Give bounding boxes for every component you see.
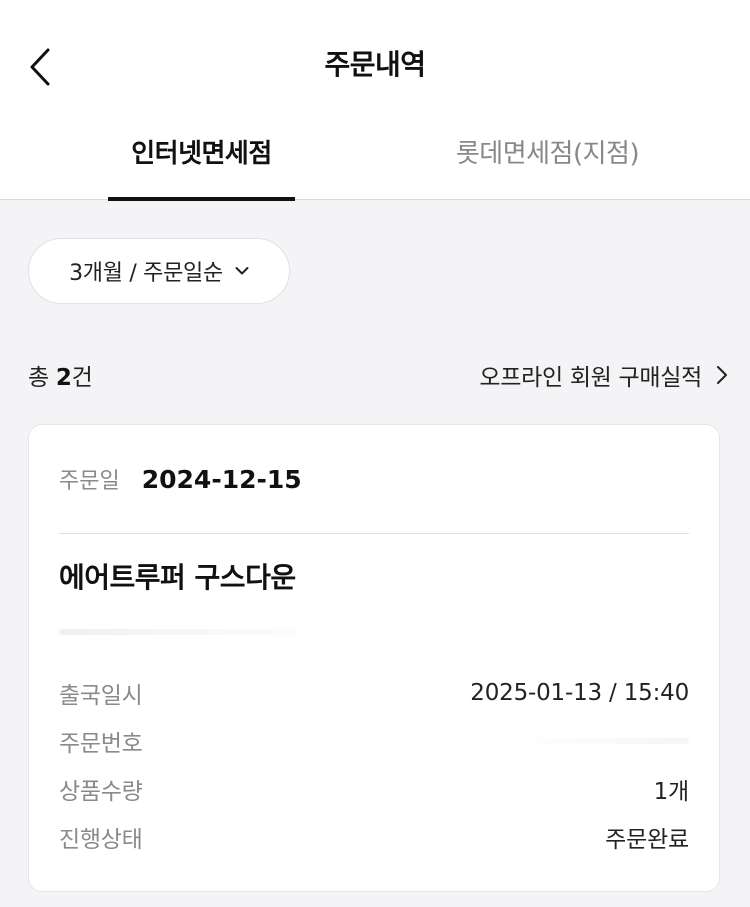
- redacted-text: [59, 629, 299, 635]
- detail-value-redacted: [509, 738, 689, 744]
- tab-internet-duty-free[interactable]: 인터넷면세점: [108, 120, 295, 201]
- detail-value: 1개: [653, 779, 690, 805]
- order-date-value: 2024-12-15: [141, 465, 302, 494]
- detail-label: 출국일시: [59, 683, 143, 709]
- count-prefix: 총: [28, 365, 56, 391]
- order-count: 총 2건: [28, 358, 93, 392]
- offline-purchase-link[interactable]: 오프라인 회원 구매실적: [479, 358, 728, 392]
- detail-label: 진행상태: [59, 827, 143, 853]
- order-date-row: 주문일 2024-12-15: [59, 463, 302, 495]
- detail-row-quantity: 상품수량 1개: [59, 765, 689, 813]
- detail-row-departure: 출국일시 2025-01-13 / 15:40: [59, 669, 689, 717]
- card-divider: [59, 533, 689, 534]
- detail-row-status: 진행상태 주문완료: [59, 813, 689, 861]
- detail-value: 2025-01-13 / 15:40: [470, 680, 689, 706]
- offline-link-label: 오프라인 회원 구매실적: [479, 365, 702, 391]
- chevron-down-icon: [235, 267, 249, 275]
- period-sort-filter[interactable]: 3개월 / 주문일순: [28, 238, 290, 304]
- top-header: 주문내역 인터넷면세점 롯데면세점(지점): [0, 0, 750, 201]
- tab-bar: 인터넷면세점 롯데면세점(지점): [0, 120, 750, 201]
- count-value: 2: [55, 365, 72, 391]
- chevron-right-icon: [717, 366, 727, 384]
- count-suffix: 건: [71, 365, 93, 391]
- order-date-label: 주문일: [59, 469, 120, 494]
- product-name: 에어트루퍼 구스다운: [59, 561, 296, 594]
- page-title: 주문내역: [324, 48, 426, 81]
- filter-label: 3개월 / 주문일순: [69, 261, 223, 286]
- detail-label: 주문번호: [59, 731, 143, 757]
- detail-row-order-number: 주문번호: [59, 717, 689, 765]
- order-card[interactable]: 주문일 2024-12-15 에어트루퍼 구스다운 출국일시 2025-01-1…: [28, 424, 720, 892]
- detail-value: 주문완료: [605, 827, 689, 853]
- tab-label: 롯데면세점(지점): [455, 139, 640, 169]
- detail-label: 상품수량: [59, 779, 143, 805]
- order-details: 출국일시 2025-01-13 / 15:40 주문번호 상품수량 1개 진행상…: [59, 669, 689, 861]
- tab-lotte-store[interactable]: 롯데면세점(지점): [440, 120, 655, 200]
- order-summary-bar: 총 2건 오프라인 회원 구매실적: [28, 352, 728, 398]
- tab-label: 인터넷면세점: [131, 139, 272, 169]
